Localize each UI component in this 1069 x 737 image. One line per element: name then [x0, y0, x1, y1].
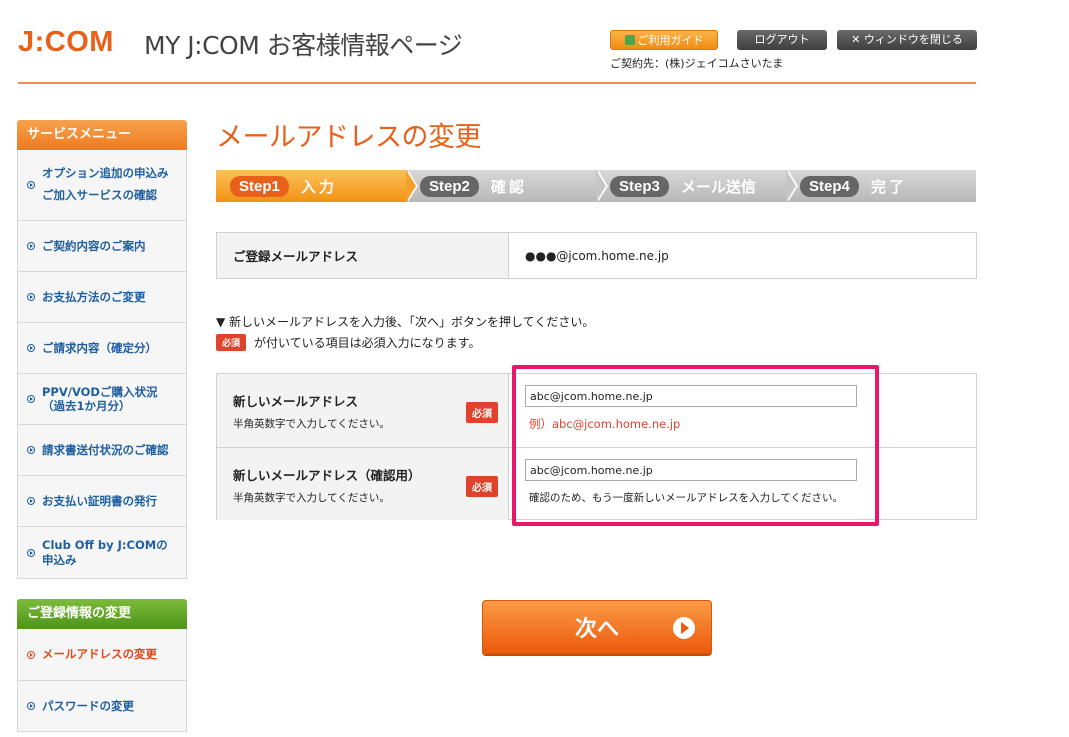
contract-label: ご契約先：(株)ジェイコムさいたま: [610, 57, 784, 70]
new-email-hint: 半角英数字で入力してください。: [233, 418, 390, 430]
registration-menu-title: ご登録情報の変更: [17, 599, 187, 629]
service-menu-list: オプション追加の申込み ご加入サービスの確認 ご契約内容のご案内 お支払方法のご…: [17, 150, 187, 579]
arrow-circle-icon: [27, 344, 35, 352]
page-title: メールアドレスの変更: [216, 122, 482, 153]
form-row-confirm-email: 新しいメールアドレス（確認用） 半角英数字で入力してください。 必須 確認のため…: [217, 447, 976, 520]
header: J:COM MY J:COM お客様情報ページ ご利用ガイド ログアウト ✕ ウ…: [18, 0, 977, 84]
form-row-new-email: 新しいメールアドレス 半角英数字で入力してください。 必須 例）abc@jcom…: [217, 374, 976, 447]
sidebar-item-contract[interactable]: ご契約内容のご案内: [18, 220, 186, 271]
guide-icon: [624, 35, 635, 45]
guide-button[interactable]: ご利用ガイド: [610, 30, 718, 50]
sidebar-item-payment-method[interactable]: お支払方法のご変更: [18, 271, 186, 322]
step-arrow-icon: [596, 170, 606, 202]
required-note: 必須 が付いている項目は必須入力になります。: [216, 334, 480, 351]
step-name: 入力: [300, 177, 337, 196]
guide-button-label: ご利用ガイド: [637, 34, 704, 47]
step-number: Step1: [230, 175, 289, 197]
sidebar-item-payment-certificate[interactable]: お支払い証明書の発行: [18, 475, 186, 526]
step-number: Step3: [610, 175, 669, 197]
registered-email-table: ご登録メールアドレス ●●●@jcom.home.ne.jp: [216, 232, 977, 279]
sidebar-item-billing[interactable]: ご請求内容（確定分）: [18, 322, 186, 373]
step-2: Step2 確認: [406, 170, 608, 202]
close-window-button[interactable]: ✕ ウィンドウを閉じる: [837, 30, 977, 50]
confirm-email-hint: 半角英数字で入力してください。: [233, 492, 390, 504]
confirm-email-input[interactable]: [525, 459, 857, 481]
arrow-circle-icon: [27, 650, 35, 659]
new-email-label: 新しいメールアドレス: [233, 394, 359, 409]
step-name: メール送信: [680, 177, 756, 196]
step-number: Step2: [420, 175, 479, 197]
step-number: Step4: [800, 175, 859, 197]
sidebar-item-option[interactable]: オプション追加の申込み ご加入サービスの確認: [18, 150, 186, 220]
sidebar-item-password-change[interactable]: パスワードの変更: [18, 680, 186, 731]
arrow-circle-icon: [27, 497, 35, 505]
confirm-email-label: 新しいメールアドレス（確認用）: [233, 468, 421, 483]
sidebar: サービスメニュー オプション追加の申込み ご加入サービスの確認 ご契約内容のご案…: [17, 120, 187, 732]
step-name: 確認: [490, 177, 527, 196]
next-button[interactable]: 次へ: [482, 600, 712, 654]
registered-email-label: ご登録メールアドレス: [217, 233, 509, 278]
confirm-email-note: 確認のため、もう一度新しいメールアドレスを入力してください。: [529, 492, 844, 504]
arrow-circle-icon: [27, 446, 35, 454]
step-4: Step4 完了: [786, 170, 976, 202]
instruction-note: ▼ 新しいメールアドレスを入力後、「次へ」ボタンを押してください。: [216, 315, 595, 329]
logout-button[interactable]: ログアウト: [737, 30, 827, 50]
jcom-logo[interactable]: J:COM: [18, 26, 114, 59]
step-progress-bar: Step1 入力 Step2 確認 Step3 メール送信 Step4 完了: [216, 170, 976, 202]
email-example: 例）abc@jcom.home.ne.jp: [529, 417, 681, 431]
sidebar-item-ppv-vod[interactable]: PPV/VODご購入状況 （過去1か月分）: [18, 373, 186, 424]
service-menu-title: サービスメニュー: [17, 120, 187, 150]
arrow-circle-icon: [27, 395, 35, 403]
sidebar-item-invoice-status[interactable]: 請求書送付状況のご確認: [18, 424, 186, 475]
step-arrow-icon: [786, 170, 796, 202]
registration-menu-list: メールアドレスの変更 パスワードの変更: [17, 629, 187, 732]
step-3: Step3 メール送信: [596, 170, 798, 202]
arrow-circle-icon: [27, 702, 35, 710]
step-name: 完了: [870, 177, 907, 196]
required-badge: 必須: [216, 334, 247, 351]
sidebar-item-email-change[interactable]: メールアドレスの変更: [18, 629, 186, 680]
play-circle-icon: [673, 617, 695, 639]
step-1: Step1 入力: [216, 170, 418, 202]
required-badge: 必須: [466, 476, 498, 497]
step-arrow-icon: [406, 170, 416, 202]
arrow-circle-icon: [27, 293, 35, 301]
sidebar-item-club-off[interactable]: Club Off by J:COMの 申込み: [18, 526, 186, 578]
required-note-text: が付いている項目は必須入力になります。: [254, 336, 481, 350]
next-button-label: 次へ: [574, 617, 619, 642]
new-email-input[interactable]: [525, 385, 857, 407]
site-title: MY J:COM お客様情報ページ: [144, 31, 463, 60]
arrow-circle-icon: [27, 242, 35, 250]
arrow-circle-icon: [27, 548, 35, 557]
required-badge: 必須: [466, 402, 498, 423]
email-form-table: 新しいメールアドレス 半角英数字で入力してください。 必須 例）abc@jcom…: [216, 373, 977, 520]
registered-email-value: ●●●@jcom.home.ne.jp: [525, 248, 669, 263]
arrow-circle-icon: [27, 181, 35, 189]
